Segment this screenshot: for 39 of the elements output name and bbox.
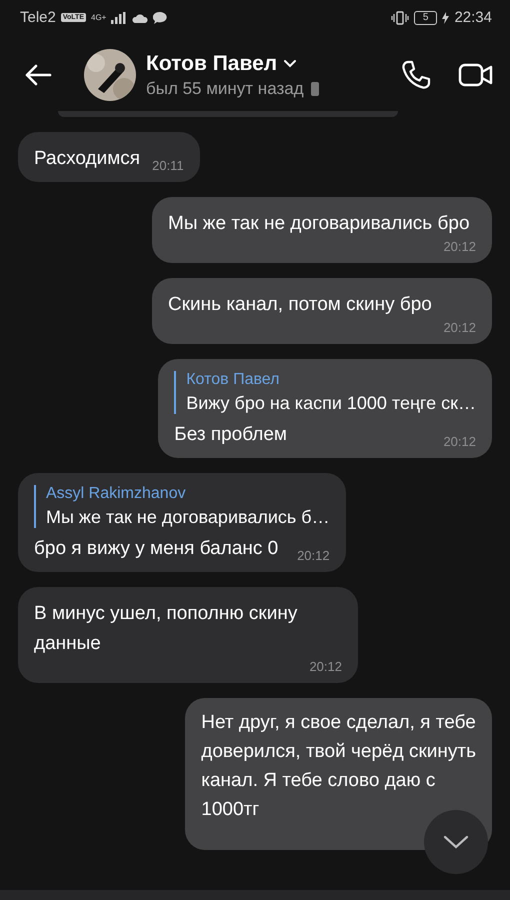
- message-time: 20:11: [152, 158, 184, 174]
- chat-bubble-icon: [153, 12, 168, 24]
- message-text-line: Нет друг, я свое сделал, я тебе: [201, 711, 476, 735]
- message-text-line: канал. Я тебе слово даю с: [201, 769, 436, 793]
- quoted-message[interactable]: Assyl Rakimzhanov Мы же так не договаривались б…: [34, 485, 330, 528]
- message-time: 20:12: [297, 548, 330, 564]
- quoted-author: Assyl Rakimzhanov: [46, 485, 187, 503]
- phone-icon[interactable]: [400, 59, 432, 91]
- message-time: 20:12: [443, 239, 476, 255]
- message-text: Скинь канал, потом скину бро: [168, 293, 432, 317]
- message-text: бро я вижу у меня баланс 0: [34, 537, 278, 561]
- message-time: 20:12: [443, 434, 476, 450]
- message-time: 20:12: [309, 659, 342, 675]
- quoted-author: Котов Павел: [186, 371, 280, 389]
- video-camera-icon[interactable]: [458, 61, 494, 89]
- back-arrow-icon[interactable]: [24, 63, 52, 87]
- message-text: Мы же так не договаривались бро: [168, 212, 470, 236]
- charging-icon: [442, 12, 450, 24]
- quoted-text: Вижу бро на каспи 1000 теңге ск…: [186, 393, 476, 414]
- carrier-name: Tele2: [20, 9, 56, 26]
- message-text: Расходимся: [34, 147, 140, 171]
- cloud-icon: [132, 12, 148, 22]
- chevron-down-icon[interactable]: [283, 59, 298, 68]
- last-seen-status: был 55 минут назад: [146, 78, 304, 98]
- chevron-down-icon: [443, 835, 469, 849]
- network-type: 4G+: [91, 13, 106, 22]
- clock: 22:34: [454, 9, 492, 26]
- message-text: В минус ушел, пополню скину данные: [34, 602, 298, 656]
- message-text-line: доверился, твой черёд скинуть: [201, 740, 476, 764]
- message-time: 20:12: [443, 320, 476, 336]
- vibrate-icon: [390, 10, 409, 24]
- message-text: Без проблем: [174, 423, 287, 447]
- phone-device-icon: [310, 80, 320, 96]
- battery-icon: 5: [414, 10, 438, 24]
- contact-name[interactable]: Котов Павел: [146, 52, 278, 76]
- message-text-line: 1000тг: [201, 798, 260, 822]
- signal-icon: [111, 12, 128, 24]
- quoted-message[interactable]: Котов Павел Вижу бро на каспи 1000 теңге ск…: [174, 371, 476, 414]
- quoted-text: Мы же так не договаривались б…: [46, 507, 330, 528]
